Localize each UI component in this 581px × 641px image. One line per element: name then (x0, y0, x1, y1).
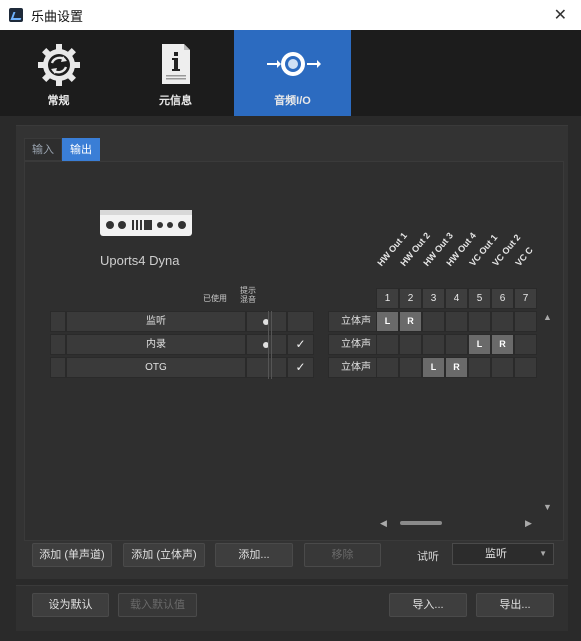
cue-mix-checkbox[interactable]: ✓ (287, 334, 314, 355)
used-indicator (246, 311, 287, 332)
cue-mix-checkbox[interactable] (287, 311, 314, 332)
matrix-column-number: 2 (399, 288, 422, 309)
scroll-up-icon[interactable]: ▲ (543, 312, 552, 322)
row-handle[interactable] (50, 334, 66, 355)
row-handle[interactable] (50, 311, 66, 332)
category-meta-info[interactable]: 元信息 (117, 30, 234, 116)
matrix-cell[interactable] (468, 357, 491, 378)
matrix-cell[interactable] (376, 334, 399, 355)
category-bar: 常规 元信息 音频I/O (0, 30, 581, 116)
audition-label: 试听 (417, 551, 439, 563)
audio-interface-icon (98, 206, 194, 240)
matrix-cell[interactable] (491, 357, 514, 378)
close-icon[interactable]: ✕ (554, 5, 567, 25)
cue-mix-checkbox[interactable]: ✓ (287, 357, 314, 378)
matrix-cell[interactable]: R (491, 334, 514, 355)
column-header-cue-mix: 提示混音 (240, 286, 256, 304)
scroll-right-icon[interactable]: ▶ (525, 518, 532, 529)
matrix-cell[interactable]: L (376, 311, 399, 332)
tab-input[interactable]: 输入 (24, 138, 62, 161)
row-handle[interactable] (50, 357, 66, 378)
matrix-cell[interactable] (514, 334, 537, 355)
app-logo-icon (9, 8, 23, 22)
category-audio-io[interactable]: 音频I/O (234, 30, 351, 116)
audition-value: 监听 (485, 548, 507, 560)
export-button[interactable]: 导出... (476, 593, 554, 617)
scroll-down-icon[interactable]: ▼ (543, 502, 552, 512)
output-name[interactable]: OTG (66, 357, 246, 378)
column-header-used: 已使用 (203, 294, 227, 303)
column-resize-handle[interactable] (268, 311, 272, 379)
matrix-cell[interactable]: R (445, 357, 468, 378)
add-stereo-button[interactable]: 添加 (立体声) (123, 543, 205, 567)
matrix-cell[interactable] (445, 334, 468, 355)
category-general[interactable]: 常规 (0, 30, 117, 116)
window-title: 乐曲设置 (31, 8, 84, 24)
add-mono-button[interactable]: 添加 (单声道) (32, 543, 112, 567)
output-name[interactable]: 监听 (66, 311, 246, 332)
audio-io-icon (263, 42, 323, 89)
matrix-cell[interactable] (399, 357, 422, 378)
matrix-cell[interactable] (514, 311, 537, 332)
matrix-cell[interactable] (514, 357, 537, 378)
matrix-cell[interactable] (422, 311, 445, 332)
matrix-column-number: 1 (376, 288, 399, 309)
matrix-column-number: 3 (422, 288, 445, 309)
tab-output[interactable]: 输出 (62, 138, 100, 161)
category-label: 元信息 (159, 95, 192, 107)
add-button[interactable]: 添加... (215, 543, 293, 567)
audition-select[interactable]: 监听 ▼ (452, 543, 554, 565)
matrix-cell[interactable]: L (422, 357, 445, 378)
channel-type-value: 立体声 (341, 339, 371, 350)
matrix-cell[interactable]: L (468, 334, 491, 355)
device-name: Uports4 Dyna (100, 253, 180, 268)
used-indicator (246, 334, 287, 355)
scroll-left-icon[interactable]: ◀ (380, 518, 387, 529)
matrix-column-number: 7 (514, 288, 537, 309)
horizontal-scrollbar[interactable] (400, 521, 442, 525)
import-button[interactable]: 导入... (389, 593, 467, 617)
load-default-button[interactable]: 载入默认值 (118, 593, 197, 617)
matrix-column-number: 4 (445, 288, 468, 309)
category-label: 常规 (47, 95, 70, 107)
matrix-cell[interactable]: R (399, 311, 422, 332)
matrix-cell[interactable] (445, 311, 468, 332)
remove-button[interactable]: 移除 (304, 543, 381, 567)
info-document-icon (156, 42, 196, 89)
category-label: 音频I/O (274, 95, 311, 107)
gear-refresh-icon (36, 42, 82, 91)
matrix-cell[interactable] (422, 334, 445, 355)
window-titlebar: 乐曲设置 ✕ (0, 0, 581, 30)
matrix-column-number: 6 (491, 288, 514, 309)
channel-type-value: 立体声 (341, 362, 371, 373)
used-indicator (246, 357, 287, 378)
output-name[interactable]: 内录 (66, 334, 246, 355)
matrix-cell[interactable] (468, 311, 491, 332)
chevron-down-icon: ▼ (539, 549, 547, 558)
matrix-cell[interactable] (399, 334, 422, 355)
matrix-column-number: 5 (468, 288, 491, 309)
matrix-cell[interactable] (376, 357, 399, 378)
matrix-cell[interactable] (491, 311, 514, 332)
set-default-button[interactable]: 设为默认 (32, 593, 109, 617)
channel-type-value: 立体声 (341, 316, 371, 327)
io-subtabs: 输入 输出 (24, 138, 100, 161)
